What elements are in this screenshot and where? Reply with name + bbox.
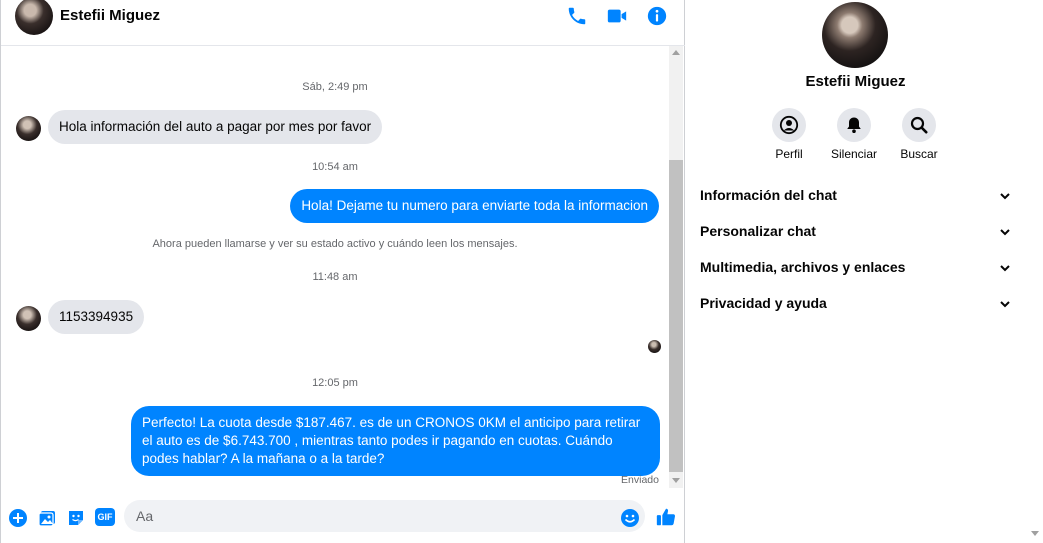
section-label: Privacidad y ayuda <box>700 295 827 311</box>
section-chat-info[interactable]: Información del chat <box>700 187 1013 217</box>
incoming-message[interactable]: Hola información del auto a pagar por me… <box>48 110 383 144</box>
image-icon[interactable] <box>37 508 57 528</box>
page-scrollbar[interactable] <box>1026 0 1043 543</box>
details-panel: Estefii Miguez Perfil Silenciar Buscar I… <box>685 0 1026 543</box>
sender-avatar[interactable] <box>16 116 41 141</box>
chevron-down-icon <box>1000 265 1010 272</box>
outgoing-message[interactable]: Perfecto! La cuota desde $187.467. es de… <box>131 406 660 476</box>
profile-button[interactable]: Perfil <box>757 108 821 161</box>
gif-icon[interactable]: GIF <box>95 508 115 526</box>
video-icon[interactable] <box>606 5 628 27</box>
profile-avatar[interactable] <box>822 2 888 68</box>
sender-avatar[interactable] <box>16 306 41 331</box>
mute-button[interactable]: Silenciar <box>822 108 886 161</box>
outgoing-message[interactable]: Hola! Dejame tu numero para enviarte tod… <box>290 189 659 223</box>
section-label: Personalizar chat <box>700 223 816 239</box>
incoming-message[interactable]: 1153394935 <box>48 300 145 334</box>
plus-icon[interactable] <box>8 508 28 528</box>
system-message: Ahora pueden llamarse y ver su estado ac… <box>152 238 518 250</box>
emoji-icon[interactable] <box>620 508 640 528</box>
mute-label: Silenciar <box>830 147 878 161</box>
search-label: Buscar <box>900 147 938 161</box>
section-label: Multimedia, archivos y enlaces <box>700 259 906 275</box>
timestamp: Sáb, 2:49 pm <box>302 81 368 93</box>
seen-indicator-avatar <box>648 340 661 353</box>
bell-icon <box>847 117 861 133</box>
chevron-down-icon <box>1000 229 1010 236</box>
chevron-down-icon <box>1000 193 1010 200</box>
chevron-down-icon <box>1000 301 1010 308</box>
info-icon[interactable] <box>646 5 668 27</box>
profile-icon <box>779 115 799 135</box>
scroll-up-arrow[interactable] <box>672 50 680 55</box>
sticker-icon[interactable] <box>66 508 86 528</box>
gif-label: GIF <box>97 512 113 522</box>
timestamp: 10:54 am <box>312 161 358 173</box>
page-scroll-down-arrow[interactable] <box>1031 531 1039 536</box>
like-icon[interactable] <box>655 506 677 528</box>
section-label: Información del chat <box>700 187 837 203</box>
search-icon <box>910 116 928 134</box>
contact-avatar[interactable] <box>15 0 53 35</box>
section-privacy-help[interactable]: Privacidad y ayuda <box>700 295 1013 325</box>
scroll-down-arrow[interactable] <box>672 478 680 483</box>
section-media-files-links[interactable]: Multimedia, archivos y enlaces <box>700 259 1013 289</box>
timestamp: 12:05 pm <box>312 377 358 389</box>
delivery-status: Enviado <box>621 474 659 486</box>
profile-label: Perfil <box>775 147 803 161</box>
timestamp: 11:48 am <box>312 271 358 283</box>
profile-name: Estefii Miguez <box>805 73 906 90</box>
message-composer: GIF <box>1 494 685 543</box>
message-input[interactable] <box>124 500 645 532</box>
message-list[interactable]: Sáb, 2:49 pm Hola información del auto a… <box>1 46 685 488</box>
chat-header: Estefii Miguez <box>1 0 685 46</box>
section-customize-chat[interactable]: Personalizar chat <box>700 223 1013 253</box>
chat-panel: Estefii Miguez Sáb, 2:49 pm Hola informa… <box>0 0 685 543</box>
scrollbar-thumb[interactable] <box>669 160 683 472</box>
contact-name[interactable]: Estefii Miguez <box>60 7 160 24</box>
search-button[interactable]: Buscar <box>887 108 951 161</box>
phone-icon[interactable] <box>566 5 588 27</box>
